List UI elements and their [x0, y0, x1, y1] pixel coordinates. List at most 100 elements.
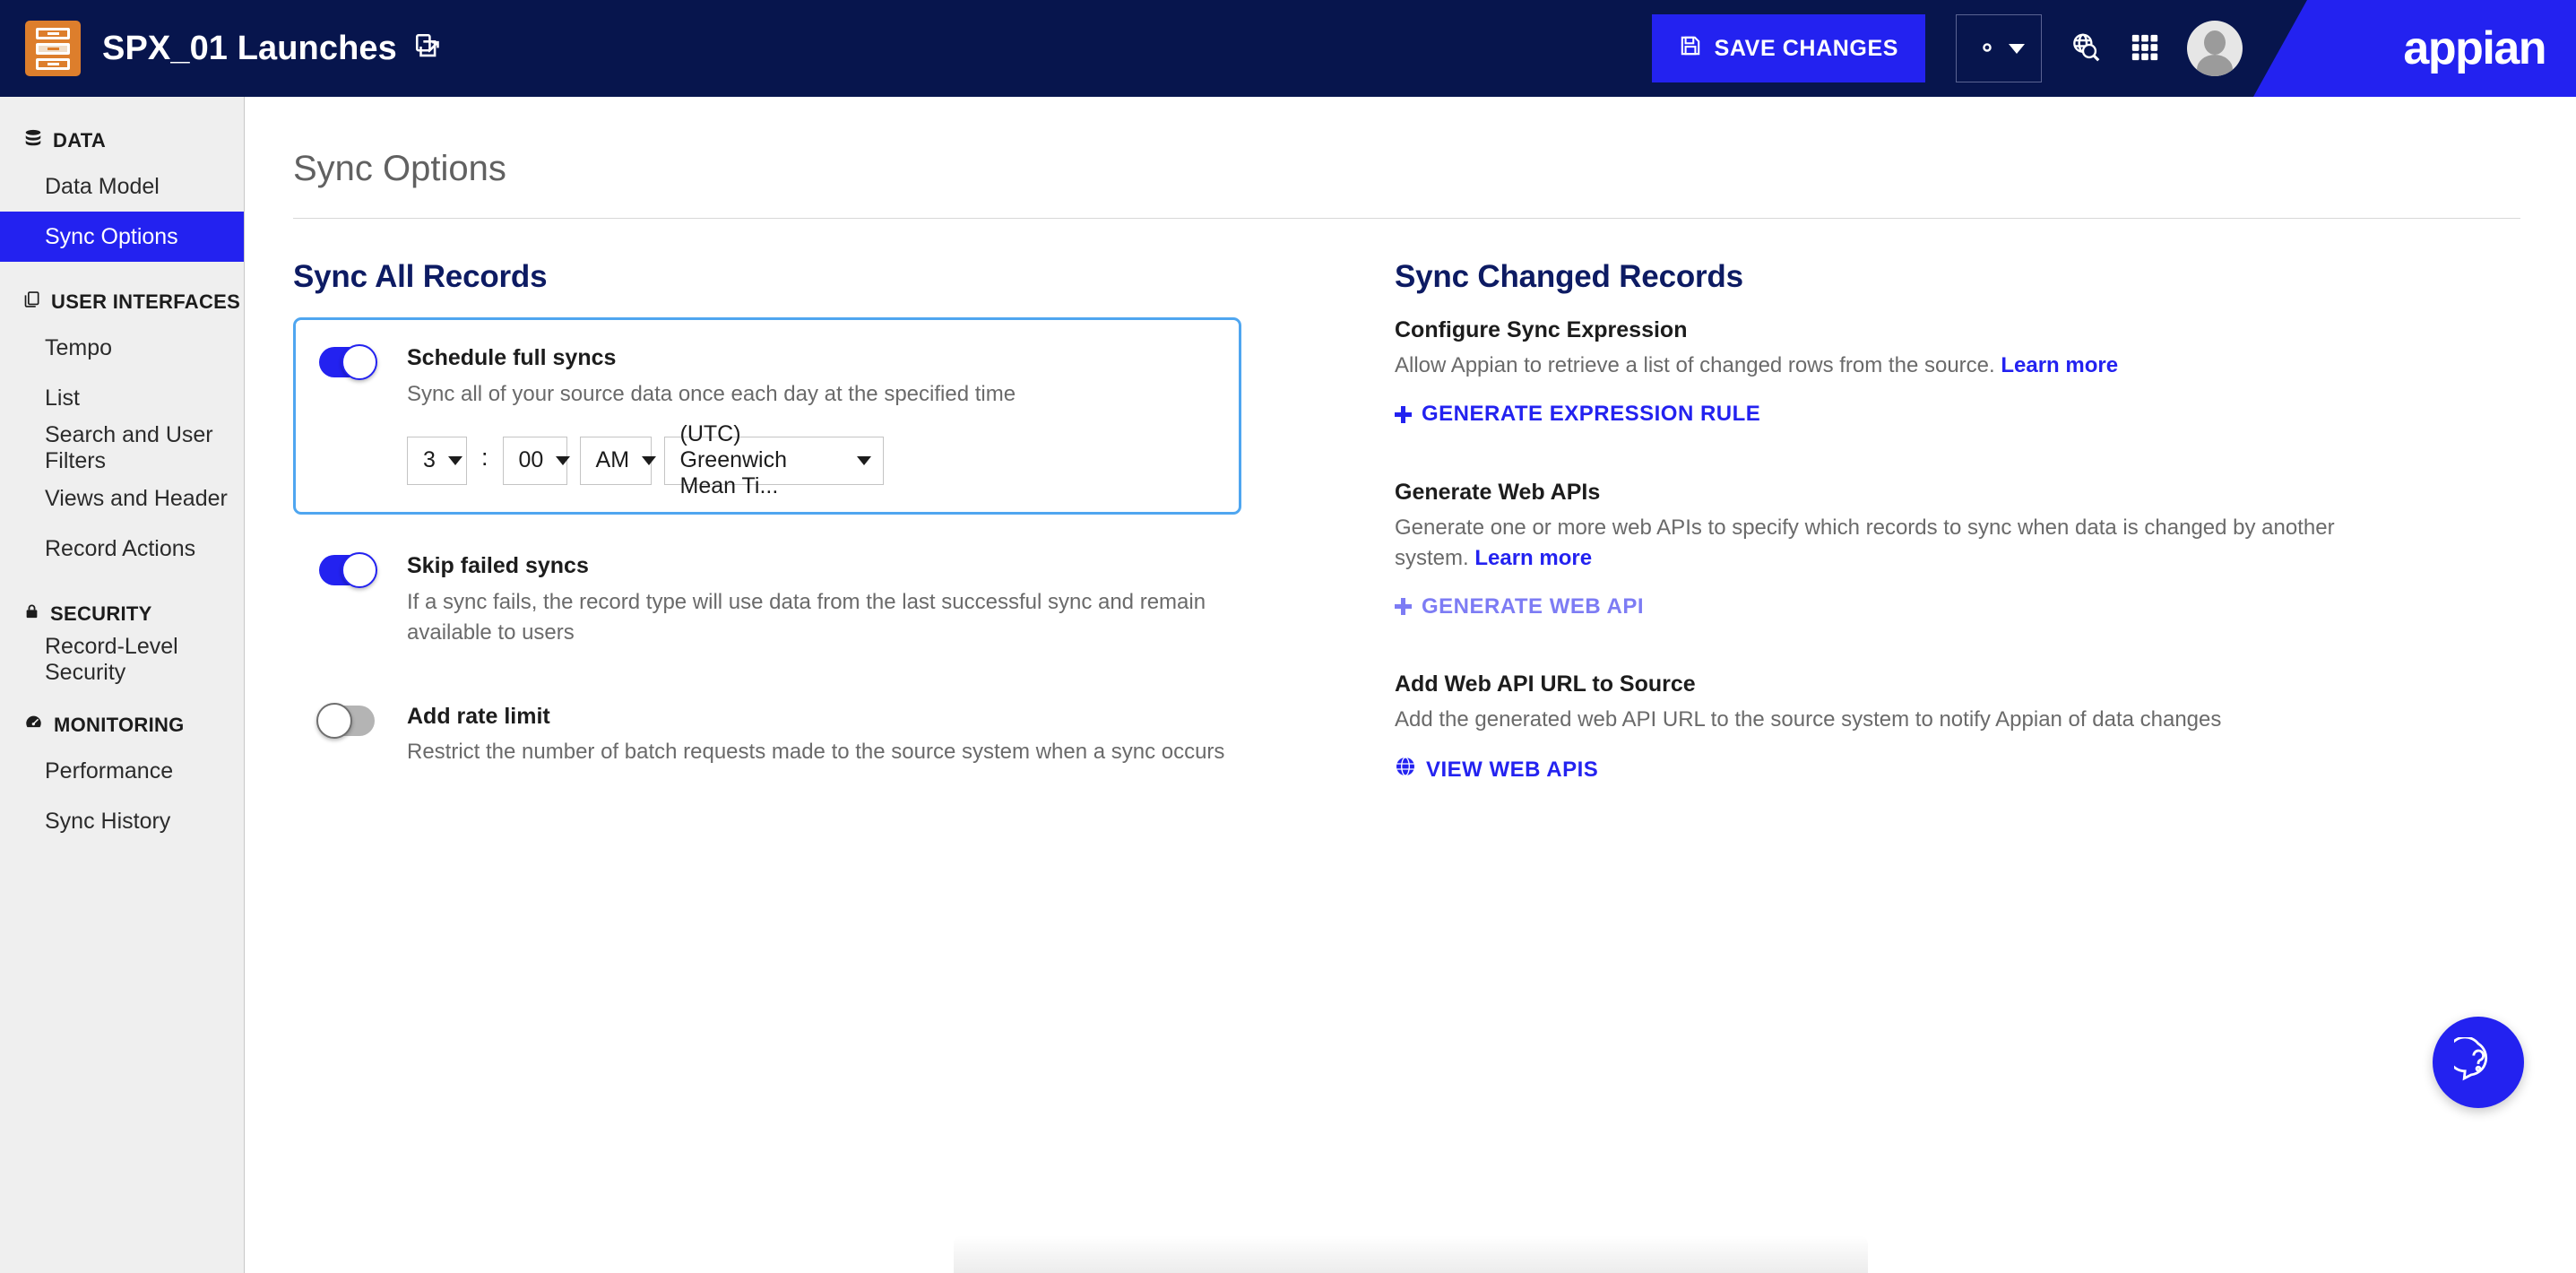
sidebar-item-label: Record Actions: [45, 535, 196, 561]
sidebar-group-user-interfaces: USER INTERFACES: [0, 281, 244, 323]
sidebar-item-label: Record-Level Security: [45, 634, 178, 685]
option-label: Skip failed syncs: [407, 552, 589, 578]
record-type-icon-drawer: [36, 57, 70, 70]
settings-menu-button[interactable]: [1956, 14, 2042, 82]
hour-select[interactable]: 3: [407, 436, 467, 485]
title-area: SPX_01 Launches: [102, 30, 444, 68]
block-heading: Configure Sync Expression: [1395, 317, 1688, 342]
main-content: Sync Options Sync All Records Schedule f…: [245, 97, 2576, 1273]
chevron-down-icon: [2008, 43, 2025, 54]
sidebar-item-performance[interactable]: Performance: [0, 746, 244, 796]
page-title: SPX_01 Launches: [102, 29, 397, 67]
schedule-full-syncs-toggle[interactable]: [319, 344, 377, 380]
avatar-head: [2204, 30, 2226, 55]
sidebar-group-label: MONITORING: [54, 714, 185, 736]
sidebar-item-label: Data Model: [45, 173, 160, 199]
toggle-knob: [316, 702, 352, 739]
option-label: Add rate limit: [407, 703, 550, 729]
sidebar-group-label: SECURITY: [50, 602, 152, 625]
learn-more-link[interactable]: Learn more: [1474, 546, 1592, 570]
option-description: Sync all of your source data once each d…: [407, 381, 1016, 406]
sidebar-item-record-actions[interactable]: Record Actions: [0, 524, 244, 574]
chevron-down-icon: [447, 455, 462, 465]
avatar-body: [2197, 55, 2233, 76]
sidebar-item-record-level-security[interactable]: Record-Level Security: [0, 634, 244, 685]
skip-failed-syncs-row: Skip failed syncs If a sync fails, the r…: [293, 551, 1270, 648]
schedule-full-syncs-row: Schedule full syncs Sync all of your sou…: [319, 344, 1214, 410]
learn-more-link[interactable]: Learn more: [2001, 353, 2118, 377]
sync-changed-records-column: Sync Changed Records Configure Sync Expr…: [1354, 259, 2520, 784]
help-button[interactable]: [2433, 1017, 2524, 1108]
sidebar-item-label: Views and Header: [45, 485, 228, 511]
time-separator: :: [481, 444, 488, 472]
gauge-icon: [23, 713, 44, 738]
timezone-value: (UTC) Greenwich Mean Ti...: [679, 421, 788, 499]
sidebar-group-monitoring: MONITORING: [0, 705, 244, 746]
plus-icon: [1395, 598, 1412, 616]
add-rate-limit-row: Add rate limit Restrict the number of ba…: [293, 702, 1270, 768]
record-type-icon-drawer: [36, 42, 70, 55]
sidebar-group-data: DATA: [0, 120, 244, 161]
block-description-text: Add the generated web API URL to the sou…: [1395, 707, 2222, 732]
save-disk-icon: [1679, 34, 1702, 64]
sidebar-item-views-and-header[interactable]: Views and Header: [0, 473, 244, 524]
sidebar-item-label: Sync History: [45, 808, 171, 834]
option-label: Schedule full syncs: [407, 345, 617, 370]
hour-value: 3: [423, 447, 436, 473]
sidebar-item-sync-history[interactable]: Sync History: [0, 796, 244, 846]
timezone-select[interactable]: (UTC) Greenwich Mean Ti...: [663, 421, 884, 498]
sidebar-item-label: Sync Options: [45, 223, 178, 249]
app-grid-icon: [2130, 32, 2160, 65]
top-header-bar: SPX_01 Launches SAVE CHANGES appian: [0, 0, 2576, 97]
block-heading: Add Web API URL to Source: [1395, 671, 1696, 697]
page-shell: DATA Data Model Sync Options USER INTERF…: [0, 97, 2576, 1273]
globe-icon: [1395, 756, 1416, 784]
generate-expression-rule-button[interactable]: GENERATE EXPRESSION RULE: [1395, 402, 1760, 427]
block-description: Add the generated web API URL to the sou…: [1395, 705, 2381, 735]
skip-failed-syncs-toggle[interactable]: [319, 551, 377, 588]
toggle-knob: [341, 344, 377, 380]
sidebar-item-tempo[interactable]: Tempo: [0, 323, 244, 373]
title-divider: [293, 218, 2520, 219]
record-type-icon: [25, 21, 81, 76]
configure-sync-expression-block: Configure Sync Expression Allow Appian t…: [1395, 317, 2520, 428]
block-description: Allow Appian to retrieve a list of chang…: [1395, 351, 2381, 381]
skip-failed-syncs-text: Skip failed syncs If a sync fails, the r…: [407, 553, 1270, 648]
sidebar-item-label: Performance: [45, 758, 174, 784]
action-label: GENERATE EXPRESSION RULE: [1422, 402, 1761, 427]
sidebar-item-search-and-user-filters[interactable]: Search and User Filters: [0, 422, 244, 473]
chevron-down-icon: [642, 455, 657, 465]
block-description-text: Allow Appian to retrieve a list of chang…: [1395, 353, 1995, 377]
sidebar-group-label: DATA: [53, 129, 107, 152]
action-label: VIEW WEB APIS: [1426, 757, 1599, 782]
save-changes-button[interactable]: SAVE CHANGES: [1651, 14, 1925, 82]
add-rate-limit-toggle[interactable]: [316, 702, 375, 739]
sidebar-item-sync-options[interactable]: Sync Options: [0, 212, 244, 262]
view-web-apis-button[interactable]: VIEW WEB APIS: [1395, 756, 1598, 784]
sidebar-group-label: USER INTERFACES: [51, 290, 241, 313]
sidebar-item-data-model[interactable]: Data Model: [0, 161, 244, 212]
sidebar-item-list[interactable]: List: [0, 373, 244, 423]
block-description: Generate one or more web APIs to specify…: [1395, 513, 2381, 574]
action-label: GENERATE WEB API: [1422, 593, 1645, 619]
save-changes-label: SAVE CHANGES: [1714, 35, 1898, 61]
header-actions: SAVE CHANGES: [1651, 0, 2576, 97]
minute-select[interactable]: 00: [502, 436, 571, 485]
generate-web-api-button[interactable]: GENERATE WEB API: [1395, 594, 1644, 619]
app-grid-button[interactable]: [2130, 32, 2160, 65]
schedule-full-syncs-text: Schedule full syncs Sync all of your sou…: [407, 345, 1016, 410]
sync-changed-records-heading: Sync Changed Records: [1395, 259, 1743, 294]
avatar[interactable]: [2187, 21, 2243, 76]
globe-search-icon: [2069, 30, 2103, 67]
sidebar: DATA Data Model Sync Options USER INTERF…: [0, 97, 245, 1273]
meridiem-select[interactable]: AM: [579, 436, 657, 485]
add-rate-limit-text: Add rate limit Restrict the number of ba…: [407, 704, 1224, 768]
generate-web-apis-block: Generate Web APIs Generate one or more w…: [1395, 480, 2520, 620]
database-icon: [23, 128, 43, 153]
globe-search-button[interactable]: [2069, 30, 2103, 67]
schedule-full-syncs-card: Schedule full syncs Sync all of your sou…: [293, 317, 1241, 515]
meridiem-value: AM: [595, 447, 630, 473]
block-heading: Generate Web APIs: [1395, 479, 1601, 505]
sync-all-records-heading: Sync All Records: [293, 259, 548, 294]
open-in-new-icon[interactable]: [413, 31, 444, 66]
